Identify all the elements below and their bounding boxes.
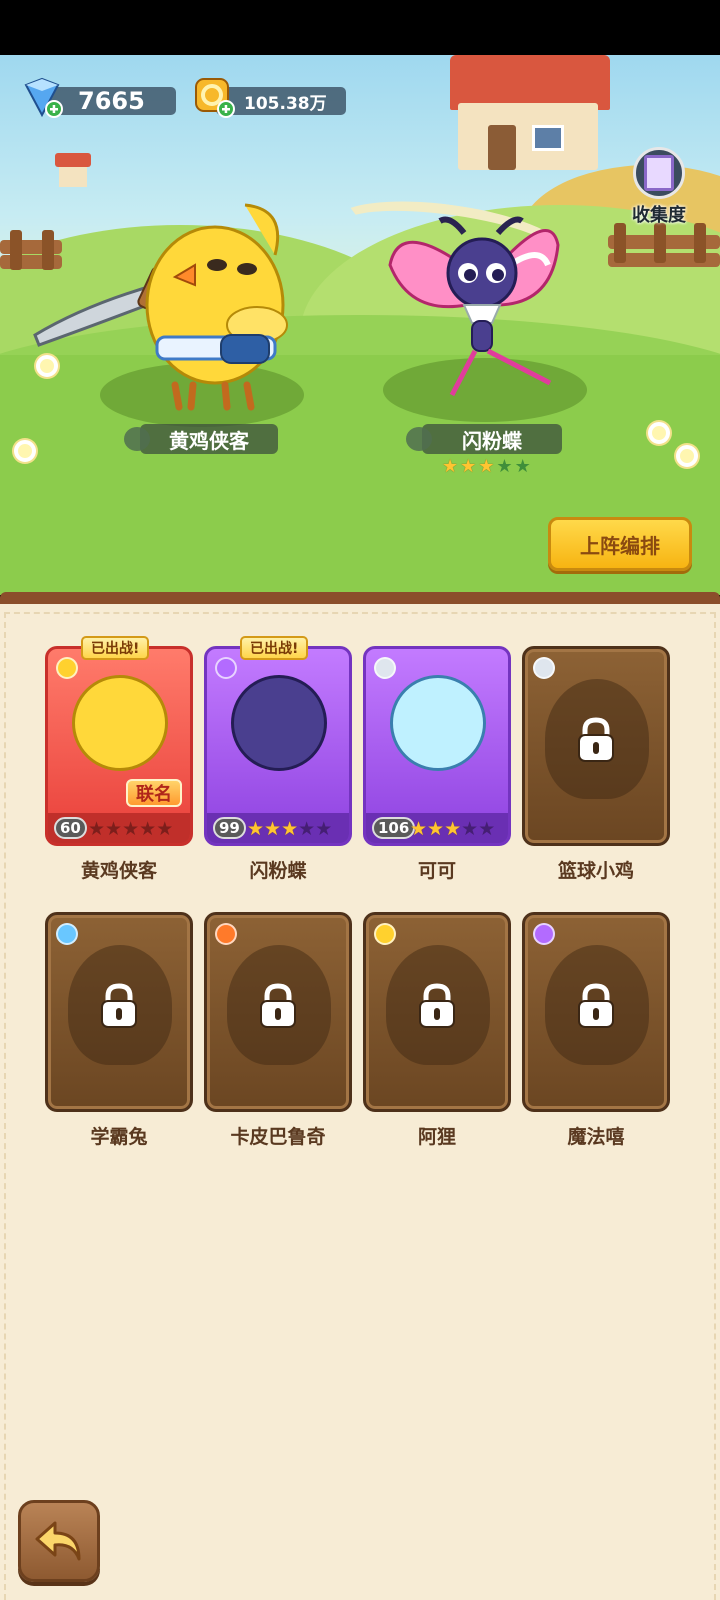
lock-icon — [101, 983, 137, 1028]
lock-icon — [260, 983, 296, 1028]
left-hero-name: 黄鸡侠客 — [169, 428, 249, 453]
fire-element-icon — [215, 923, 237, 945]
hero-card-name: 可可 — [417, 860, 456, 882]
hero-card[interactable] — [522, 912, 670, 1112]
hero-card[interactable] — [522, 646, 670, 846]
star-filled-icon: ★ — [410, 818, 428, 840]
star-filled-icon: ★ — [264, 818, 282, 840]
flower-decoration — [14, 440, 36, 462]
star-filled-icon: ★ — [444, 818, 462, 840]
star-empty-icon: ★ — [496, 456, 513, 477]
star-empty-icon: ★ — [156, 818, 174, 840]
hero-card[interactable] — [363, 912, 511, 1112]
sword-element-icon — [374, 657, 396, 679]
hero-card-name: 学霸兔 — [90, 1126, 148, 1148]
right-hero-stars: ★ ★ ★ ★ ★ — [442, 458, 531, 476]
hero-level: 60 — [54, 817, 87, 839]
hero-portrait — [390, 675, 486, 771]
yellow-chick-hero[interactable] — [25, 185, 325, 415]
hero-portrait — [72, 675, 168, 771]
flower-decoration — [648, 422, 670, 444]
sword-element-icon — [533, 657, 555, 679]
flower-decoration — [676, 445, 698, 467]
coin-icon[interactable] — [192, 75, 236, 119]
hero-portrait — [231, 675, 327, 771]
pink-butterfly-hero[interactable] — [380, 205, 580, 405]
collection-button[interactable]: 收集度 — [626, 147, 692, 227]
back-arrow-icon — [35, 1521, 81, 1561]
lightning-element-icon — [56, 657, 78, 679]
hero-card-name: 魔法嘻 — [567, 1126, 625, 1148]
hero-card[interactable] — [204, 912, 352, 1112]
star-empty-icon: ★ — [298, 818, 316, 840]
water-element-icon — [56, 923, 78, 945]
potion-element-icon — [533, 923, 555, 945]
lightning-element-icon — [374, 923, 396, 945]
potion-element-icon — [215, 657, 237, 679]
collection-label: 收集度 — [632, 205, 686, 226]
farm-house — [440, 55, 610, 170]
hero-stars: ★ ★ ★ ★ ★ — [88, 819, 173, 839]
hero-scene: 7665 105.38万 收集度 黄鸡侠客 闪粉蝶 ★ ★ ★ ★ ★ 上阵编排 — [0, 55, 720, 595]
gem-icon[interactable] — [20, 75, 64, 119]
left-hero-nameplate: 黄鸡侠客 — [124, 424, 278, 454]
star-empty-icon: ★ — [478, 818, 496, 840]
hero-card[interactable] — [45, 912, 193, 1112]
deployed-badge: 已出战! — [240, 636, 309, 660]
hero-stars: ★ ★ ★ ★ ★ — [247, 819, 332, 839]
hero-card[interactable]: 99 ★ ★ ★ ★ ★ — [204, 646, 352, 846]
star-filled-icon: ★ — [460, 456, 477, 477]
star-filled-icon: ★ — [427, 818, 445, 840]
hero-card[interactable]: 106 ★ ★ ★ ★ ★ — [363, 646, 511, 846]
hero-card-name: 卡皮巴鲁奇 — [230, 1126, 326, 1148]
star-filled-icon: ★ — [247, 818, 265, 840]
paw-icon — [406, 427, 432, 451]
hero-card[interactable]: 60 ★ ★ ★ ★ ★ 联名 — [45, 646, 193, 846]
gem-counter[interactable]: 7665 — [48, 87, 176, 115]
star-empty-icon: ★ — [88, 818, 106, 840]
hero-level: 99 — [213, 817, 246, 839]
coin-amount: 105.38万 — [244, 93, 327, 114]
hero-card-name: 黄鸡侠客 — [80, 860, 157, 882]
paw-icon — [124, 427, 150, 451]
star-empty-icon: ★ — [122, 818, 140, 840]
collab-tag: 联名 — [126, 779, 182, 807]
gem-amount: 7665 — [78, 87, 145, 115]
hero-card-name: 篮球小鸡 — [557, 860, 634, 882]
star-empty-icon: ★ — [139, 818, 157, 840]
star-empty-icon: ★ — [514, 456, 531, 477]
status-bar — [0, 0, 720, 55]
lock-icon — [419, 983, 455, 1028]
lock-icon — [578, 717, 614, 762]
star-filled-icon: ★ — [478, 456, 495, 477]
star-filled-icon: ★ — [281, 818, 299, 840]
right-hero-nameplate: 闪粉蝶 — [406, 424, 562, 454]
formation-button[interactable]: 上阵编排 — [548, 517, 692, 571]
distant-house — [55, 153, 91, 187]
right-hero-name: 闪粉蝶 — [462, 428, 522, 453]
book-icon — [633, 147, 685, 199]
star-empty-icon: ★ — [315, 818, 333, 840]
hero-card-name: 阿狸 — [417, 1126, 456, 1148]
star-empty-icon: ★ — [461, 818, 479, 840]
hero-stars: ★ ★ ★ ★ ★ — [410, 819, 495, 839]
back-button[interactable] — [18, 1500, 100, 1582]
deployed-badge: 已出战! — [81, 636, 150, 660]
star-empty-icon: ★ — [105, 818, 123, 840]
star-filled-icon: ★ — [442, 456, 459, 477]
hero-card-name: 闪粉蝶 — [249, 860, 307, 882]
hero-level: 106 — [372, 817, 416, 839]
lock-icon — [578, 983, 614, 1028]
